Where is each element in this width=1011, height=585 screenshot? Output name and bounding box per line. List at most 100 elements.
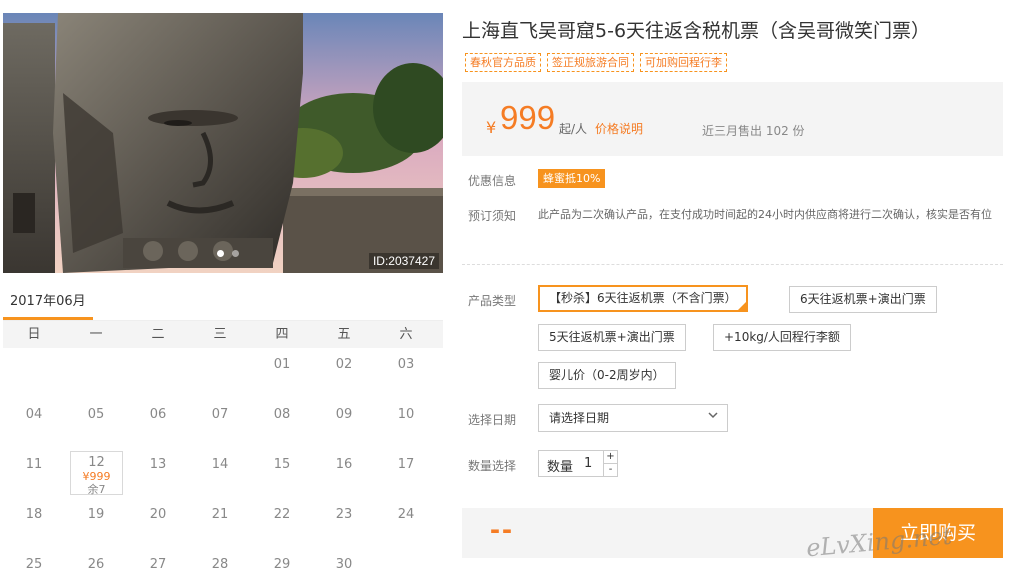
- quantity-value[interactable]: 1: [584, 456, 592, 471]
- calendar-day[interactable]: 24: [375, 498, 437, 548]
- calendar-day[interactable]: 19: [65, 498, 127, 548]
- calendar-day[interactable]: 05: [65, 398, 127, 448]
- calendar-day-number: 27: [149, 557, 167, 572]
- calendar-day[interactable]: 10: [375, 398, 437, 448]
- total-price: --: [490, 513, 514, 546]
- calendar-day[interactable]: 28: [189, 548, 251, 585]
- weekday-label: 一: [89, 327, 103, 342]
- price-panel: ¥ 999 起/人 价格说明 近三月售出 102 份: [462, 82, 1003, 156]
- calendar-day-number: 01: [273, 357, 291, 372]
- section-divider: [462, 264, 1003, 265]
- price-explain-link[interactable]: 价格说明: [595, 120, 643, 137]
- carousel-dot[interactable]: [217, 250, 224, 257]
- price-unit: 起/人: [559, 122, 588, 136]
- weekday-label: 三: [213, 327, 227, 342]
- calendar-day-number: 28: [211, 557, 229, 572]
- product-type-option[interactable]: 婴儿价（0-2周岁内）: [538, 362, 676, 389]
- calendar-day-number: 24: [397, 507, 415, 522]
- calendar-day-number: 20: [149, 507, 167, 522]
- quantity-label: 数量选择: [468, 459, 517, 473]
- sold-count: 近三月售出 102 份: [702, 124, 805, 138]
- tag-contract: 签正规旅游合同: [547, 53, 634, 72]
- calendar-day[interactable]: 15: [251, 448, 313, 498]
- calendar-day-number: 23: [335, 507, 353, 522]
- calendar-day-number: 26: [87, 557, 105, 572]
- calendar-day-number: 29: [273, 557, 291, 572]
- calendar-day[interactable]: 08: [251, 398, 313, 448]
- calendar-day: [375, 548, 437, 585]
- calendar-day: [65, 348, 127, 398]
- date-dropdown[interactable]: 请选择日期: [538, 404, 728, 432]
- promo-label: 优惠信息: [468, 174, 517, 188]
- product-type-option[interactable]: 5天往返机票+演出门票: [538, 324, 686, 351]
- calendar-day[interactable]: 02: [313, 348, 375, 398]
- calendar-day-number: 08: [273, 407, 291, 422]
- weekday-label: 五: [337, 327, 351, 342]
- carousel-dots: [217, 250, 239, 257]
- price-calendar: 2017年06月 日 一 二 三 四 五 六 01 02 03 04 05 06 07 08 09 10 11 1…: [3, 290, 443, 585]
- calendar-day-number: 25: [25, 557, 43, 572]
- calendar-day[interactable]: 07: [189, 398, 251, 448]
- price-amount: 999: [500, 99, 556, 136]
- quantity-plus-button[interactable]: +: [604, 451, 617, 463]
- calendar-day[interactable]: 21: [189, 498, 251, 548]
- calendar-day-number: 06: [149, 407, 167, 422]
- calendar-day-number: 07: [211, 407, 229, 422]
- notice-label: 预订须知: [468, 209, 517, 223]
- calendar-day-number: 30: [335, 557, 353, 572]
- calendar-day[interactable]: 22: [251, 498, 313, 548]
- calendar-day-number: 11: [25, 457, 43, 472]
- calendar-day[interactable]: 29: [251, 548, 313, 585]
- chevron-down-icon: [708, 412, 718, 419]
- calendar-day[interactable]: 06: [127, 398, 189, 448]
- calendar-day[interactable]: 11: [3, 448, 65, 498]
- angkor-face-image: [3, 13, 443, 273]
- product-type-option[interactable]: 【秒杀】6天往返机票（不含门票）: [538, 285, 748, 312]
- calendar-day[interactable]: 13: [127, 448, 189, 498]
- calendar-day-number: 16: [335, 457, 353, 472]
- calendar-day-number: 09: [335, 407, 353, 422]
- calendar-day[interactable]: 26: [65, 548, 127, 585]
- quantity-minus-button[interactable]: -: [604, 463, 617, 475]
- calendar-day-number: 02: [335, 357, 353, 372]
- calendar-day: [3, 348, 65, 398]
- calendar-weekdays: 日一二三四五六: [3, 320, 443, 348]
- calendar-day[interactable]: 20: [127, 498, 189, 548]
- weekday-label: 二: [151, 327, 165, 342]
- product-title: 上海直飞吴哥窟5-6天往返含税机票（含吴哥微笑门票）: [462, 20, 931, 42]
- calendar-day[interactable]: 14: [189, 448, 251, 498]
- calendar-day[interactable]: 09: [313, 398, 375, 448]
- calendar-day[interactable]: 17: [375, 448, 437, 498]
- notice-text: 此产品为二次确认产品，在支付成功时间起的24小时内供应商将进行二次确认，核实是否…: [538, 208, 992, 221]
- price-currency: ¥: [486, 118, 497, 137]
- tag-luggage: 可加购回程行李: [640, 53, 727, 72]
- calendar-day[interactable]: 27: [127, 548, 189, 585]
- calendar-day-number: 19: [87, 507, 105, 522]
- weekday-label: 六: [399, 327, 413, 342]
- calendar-day: [189, 348, 251, 398]
- carousel-dot[interactable]: [232, 250, 239, 257]
- tag-quality: 春秋官方品质: [465, 53, 541, 72]
- calendar-day: [127, 348, 189, 398]
- calendar-month[interactable]: 2017年06月: [3, 290, 443, 320]
- calendar-day[interactable]: 25: [3, 548, 65, 585]
- calendar-day[interactable]: 01: [251, 348, 313, 398]
- calendar-day[interactable]: 30: [313, 548, 375, 585]
- calendar-day[interactable]: 16: [313, 448, 375, 498]
- calendar-day[interactable]: 12 ¥999 余7: [70, 451, 123, 496]
- calendar-day[interactable]: 04: [3, 398, 65, 448]
- product-type-option[interactable]: 6天往返机票+演出门票: [789, 286, 937, 313]
- weekday-label: 四: [275, 327, 289, 342]
- calendar-day-stock: 余7: [87, 483, 106, 496]
- product-type-option[interactable]: +10kg/人回程行李额: [713, 324, 851, 351]
- product-image: ID:2037427: [3, 13, 443, 273]
- calendar-day[interactable]: 18: [3, 498, 65, 548]
- calendar-day[interactable]: 03: [375, 348, 437, 398]
- weekday-label: 日: [27, 327, 41, 342]
- quantity-stepper: 数量 1 + -: [538, 450, 618, 477]
- promo-badge: 蜂蜜抵10%: [538, 169, 606, 188]
- calendar-day-number: 15: [273, 457, 291, 472]
- calendar-day[interactable]: 23: [313, 498, 375, 548]
- calendar-day-price: ¥999: [82, 470, 111, 483]
- calendar-day-number: 22: [273, 507, 291, 522]
